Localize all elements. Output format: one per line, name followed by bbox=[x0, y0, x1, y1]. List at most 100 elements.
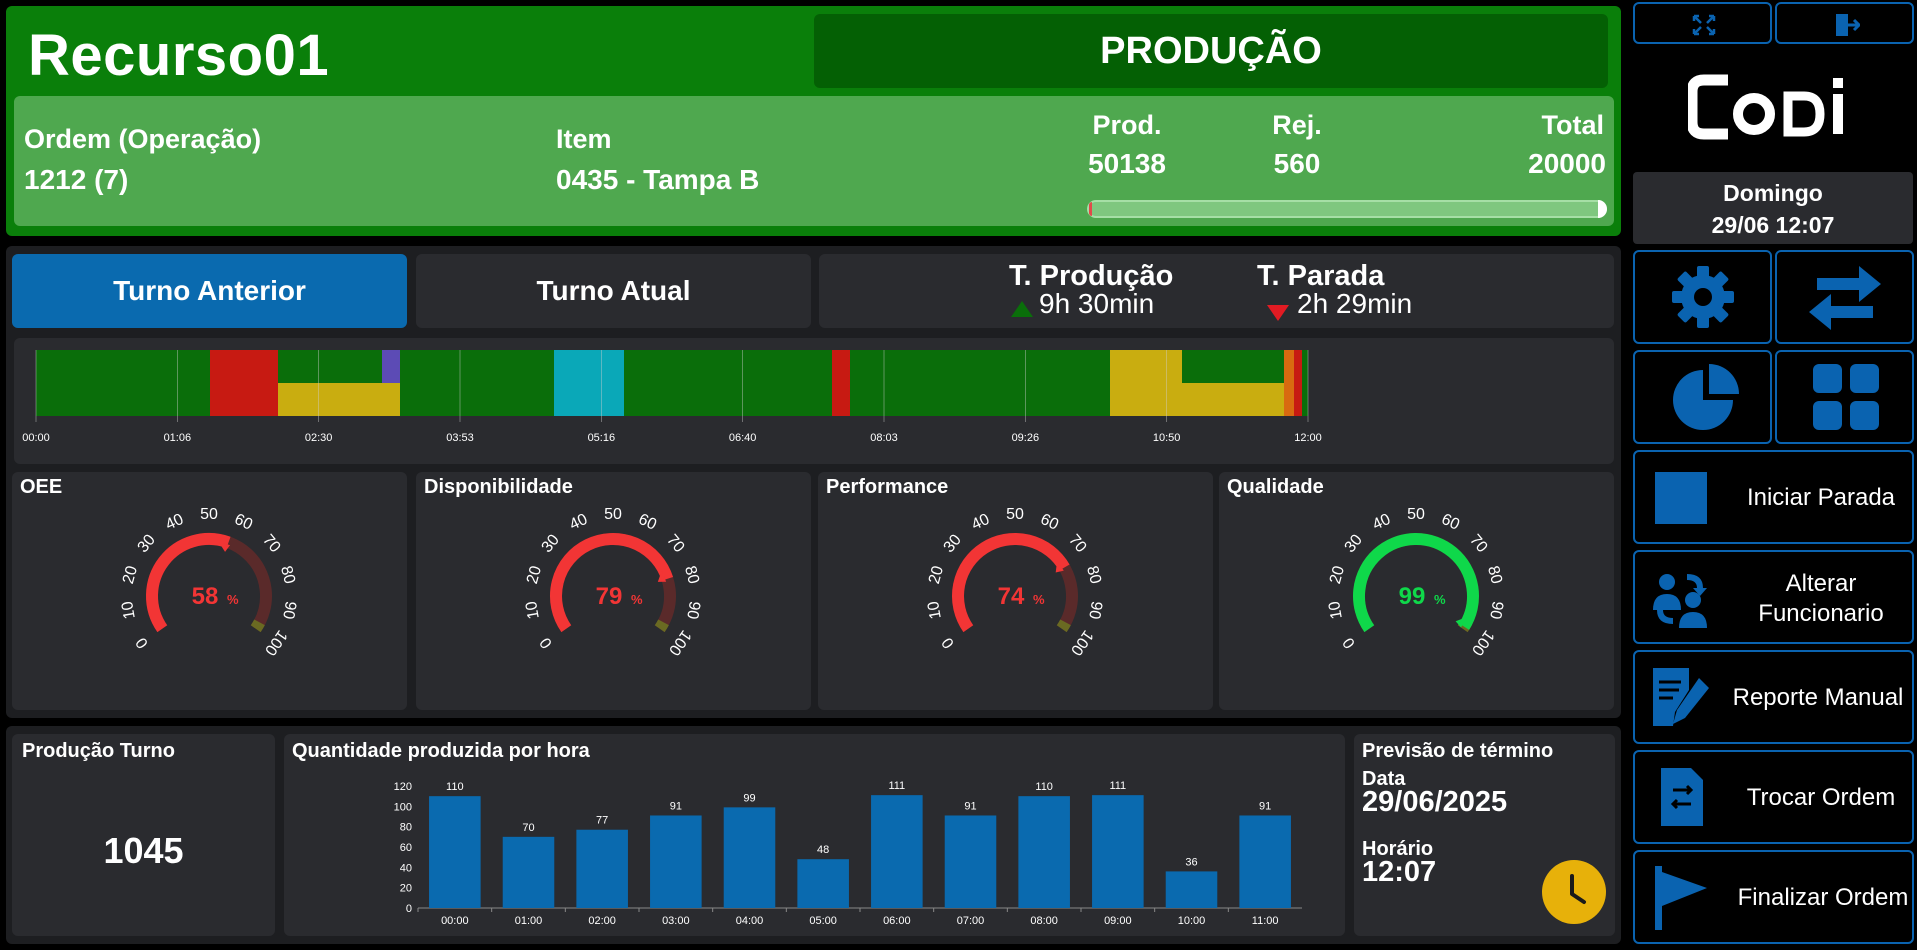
y-tick-label: 40 bbox=[400, 862, 412, 874]
arrow-up-icon bbox=[1011, 292, 1033, 317]
gauge-scale-label: 0 bbox=[939, 634, 958, 651]
gauge-scale-label: 80 bbox=[277, 564, 298, 586]
change-employee-button[interactable]: Alterar Funcionario bbox=[1633, 550, 1914, 644]
shift-production-value: 1045 bbox=[103, 830, 184, 871]
total-label: Total bbox=[1541, 110, 1605, 140]
y-tick-label: 60 bbox=[400, 842, 412, 854]
manual-report-label: Reporte Manual bbox=[1732, 684, 1904, 711]
manual-report-button[interactable]: Reporte Manual bbox=[1633, 650, 1914, 744]
gauge-scale-label: 10 bbox=[1326, 600, 1346, 621]
document-swap-icon bbox=[1661, 768, 1703, 826]
weekday: Domingo bbox=[1723, 180, 1823, 206]
x-tick-label: 10:00 bbox=[1178, 915, 1206, 927]
gauge-dial: 0 10 20 3040 50 6070 80 90 100 58% bbox=[119, 506, 299, 659]
finish-order-button[interactable]: Finalizar Ordem bbox=[1633, 850, 1914, 944]
bar-value-label: 70 bbox=[522, 822, 534, 834]
hourly-bar-chart: 0 20 40 60 80 100 120 110 00:00 70 01:00 77 02:00 91 0… bbox=[394, 780, 1302, 927]
gauge-scale-label: 10 bbox=[523, 600, 543, 621]
timeline-tick-label: 03:53 bbox=[446, 432, 474, 444]
gauge-availability: Disponibilidade 0 10 20 30 40 50 60 70 80 90 100 79… bbox=[416, 472, 811, 710]
bar-value-label: 91 bbox=[670, 800, 682, 812]
bar bbox=[1165, 871, 1218, 908]
gauge-unit: % bbox=[1434, 592, 1446, 607]
stop-square-icon bbox=[1655, 472, 1707, 524]
timeline-tick-label: 08:03 bbox=[870, 432, 898, 444]
gauge-scale-label: 20 bbox=[120, 564, 141, 586]
gauge-scale-label: 20 bbox=[926, 564, 947, 586]
bar-value-label: 111 bbox=[1109, 780, 1126, 792]
transfer-button[interactable] bbox=[1775, 250, 1914, 344]
y-tick-label: 80 bbox=[400, 822, 412, 834]
fullscreen-button[interactable] bbox=[1633, 2, 1772, 44]
gauge-scale-label: 50 bbox=[1006, 506, 1024, 523]
gauge-scale-label: 30 bbox=[135, 531, 160, 556]
bar bbox=[944, 815, 997, 908]
item-label: Item bbox=[556, 124, 612, 154]
y-tick-label: 0 bbox=[406, 903, 412, 915]
timeline-tick-label: 10:50 bbox=[1153, 432, 1181, 444]
reports-button[interactable] bbox=[1633, 350, 1772, 444]
gauge-scale-label: 60 bbox=[1038, 511, 1061, 534]
bar-value-label: 110 bbox=[446, 781, 464, 793]
production-progress-fill bbox=[1089, 202, 1092, 216]
bar bbox=[429, 796, 481, 908]
timeline-tick-label: 06:40 bbox=[729, 432, 757, 444]
tab-current-shift[interactable]: Turno Atual bbox=[416, 254, 811, 328]
gauge-green-zone bbox=[654, 619, 669, 633]
gauge-green-zone bbox=[250, 619, 265, 633]
gauge-unit: % bbox=[631, 592, 643, 607]
gauge-scale-label: 10 bbox=[119, 600, 139, 621]
dashboard-button[interactable] bbox=[1775, 350, 1914, 444]
bar-value-label: 111 bbox=[888, 780, 905, 792]
start-stop-button[interactable]: Iniciar Parada bbox=[1633, 450, 1914, 544]
bar-value-label: 110 bbox=[1035, 781, 1053, 793]
gauge-scale-label: 30 bbox=[941, 531, 966, 556]
bar bbox=[502, 836, 555, 908]
y-tick-label: 120 bbox=[394, 781, 412, 793]
flag-icon bbox=[1655, 866, 1707, 930]
timeline-tick-label: 09:26 bbox=[1012, 432, 1040, 444]
timeline-chart: 00:00 01:06 02:30 03:53 05:16 06:40 08:03 09:26… bbox=[22, 350, 1322, 444]
order-label: Ordem (Operação) bbox=[24, 124, 262, 154]
users-swap-icon bbox=[1653, 574, 1707, 628]
gauge-scale-label: 100 bbox=[261, 627, 290, 659]
shift-production-title: Produção Turno bbox=[22, 740, 175, 762]
gauge-value: 58 bbox=[192, 583, 219, 610]
gauge-scale-label: 90 bbox=[1486, 600, 1506, 621]
bar bbox=[1239, 815, 1291, 908]
current-datetime: 29/06 12:07 bbox=[1711, 212, 1835, 238]
x-tick-label: 00:00 bbox=[441, 915, 469, 927]
forecast-date-value: 29/06/2025 bbox=[1362, 786, 1508, 818]
gauge-scale-label: 80 bbox=[1484, 564, 1505, 586]
start-stop-label: Iniciar Parada bbox=[1746, 484, 1896, 511]
gauge-scale-label: 40 bbox=[567, 511, 590, 534]
exit-button[interactable] bbox=[1775, 2, 1914, 44]
gauge-dial: 0 10 20 3040 50 6070 80 90 100 79% bbox=[523, 506, 703, 658]
gauge-scale-label: 90 bbox=[1085, 600, 1105, 621]
bar bbox=[650, 815, 702, 908]
timeline-tick-label: 05:16 bbox=[588, 432, 616, 444]
gauge-scale-label: 90 bbox=[683, 600, 703, 621]
shift-timeline: 00:00 01:06 02:30 03:53 05:16 06:40 08:03 09:26… bbox=[14, 338, 1614, 464]
stop-time-value: 2h 29min bbox=[1297, 288, 1413, 319]
bar bbox=[1092, 795, 1144, 908]
finish-order-label: Finalizar Ordem bbox=[1737, 884, 1909, 911]
gauge-value: 74 bbox=[998, 583, 1025, 610]
change-order-button[interactable]: Trocar Ordem bbox=[1633, 750, 1914, 844]
gauge-performance: Performance 0 10 20 30 40 50 60 70 80 90 100 74% bbox=[818, 472, 1213, 710]
gauge-scale-label: 60 bbox=[232, 511, 255, 534]
bar-value-label: 99 bbox=[743, 792, 755, 804]
x-tick-label: 05:00 bbox=[809, 915, 837, 927]
bottom-area: Produção Turno 1045 Quantidade produzida… bbox=[6, 726, 1621, 944]
settings-button[interactable] bbox=[1633, 250, 1772, 344]
y-tick-label: 20 bbox=[400, 883, 412, 895]
timeline-tick-label: 02:30 bbox=[305, 432, 333, 444]
gauge-scale-label: 30 bbox=[1342, 531, 1367, 556]
tab-previous-shift[interactable]: Turno Anterior bbox=[12, 254, 407, 328]
gauge-scale-label: 60 bbox=[636, 511, 659, 534]
gauge-value: 79 bbox=[596, 583, 623, 610]
timeline-tick-label: 01:06 bbox=[164, 432, 192, 444]
gauge-scale-label: 50 bbox=[1407, 506, 1425, 523]
date-box: Domingo 29/06 12:07 bbox=[1633, 172, 1913, 244]
rej-value: 560 bbox=[1273, 148, 1321, 179]
